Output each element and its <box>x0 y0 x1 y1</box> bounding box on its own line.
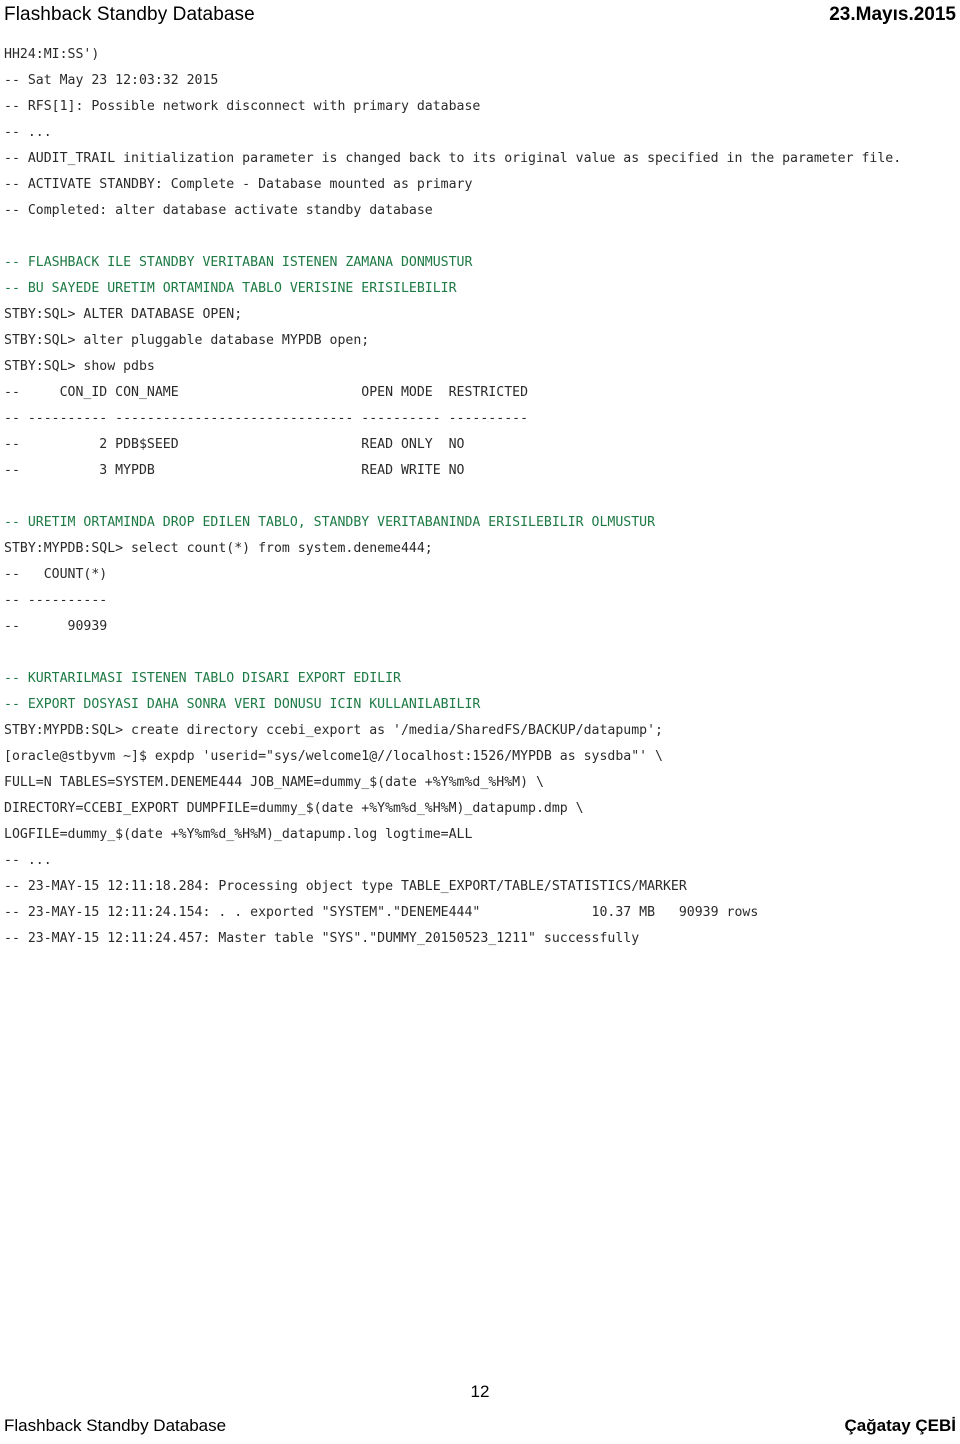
code-line-spacer <box>4 219 956 228</box>
code-line: STBY:MYPDB:SQL> create directory ccebi_e… <box>4 723 663 738</box>
code-line-spacer <box>4 921 956 930</box>
code-comment-line: -- BU SAYEDE URETIM ORTAMINDA TABLO VERI… <box>4 281 457 296</box>
code-line-spacer <box>4 713 956 722</box>
code-gap <box>4 228 956 254</box>
code-line-spacer <box>4 401 956 410</box>
code-line-spacer <box>4 843 956 852</box>
footer-row: Flashback Standby Database Çağatay ÇEBİ <box>4 1416 956 1436</box>
code-line-spacer <box>4 947 956 956</box>
code-line: -- AUDIT_TRAIL initialization parameter … <box>4 151 902 166</box>
code-line: HH24:MI:SS') <box>4 47 100 62</box>
code-line-spacer <box>4 323 956 332</box>
code-line-spacer <box>4 297 956 306</box>
code-line-spacer <box>4 765 956 774</box>
code-line: -- Sat May 23 12:03:32 2015 <box>4 73 219 88</box>
code-line-spacer <box>4 141 956 150</box>
code-line: -- RFS[1]: Possible network disconnect w… <box>4 99 481 114</box>
code-gap <box>4 644 956 670</box>
code-line: STBY:SQL> show pdbs <box>4 359 155 374</box>
code-line-spacer <box>4 635 956 644</box>
code-line: FULL=N TABLES=SYSTEM.DENEME444 JOB_NAME=… <box>4 775 544 790</box>
footer-title: Flashback Standby Database <box>4 1416 227 1435</box>
header-date: 23.Mayıs.2015 <box>829 4 956 25</box>
page-title: Flashback Standby Database <box>4 4 255 25</box>
code-line: -- Completed: alter database activate st… <box>4 203 433 218</box>
code-line: -- ---------- --------------------------… <box>4 411 529 426</box>
code-comment-line: -- URETIM ORTAMINDA DROP EDILEN TABLO, S… <box>4 515 656 530</box>
code-line-spacer <box>4 453 956 462</box>
code-line: STBY:MYPDB:SQL> select count(*) from sys… <box>4 541 433 556</box>
code-line-spacer <box>4 869 956 878</box>
code-line: -- CON_ID CON_NAME OPEN MODE RESTRICTED <box>4 385 529 400</box>
code-line-spacer <box>4 427 956 436</box>
code-block: HH24:MI:SS') -- Sat May 23 12:03:32 2015 -… <box>0 30 960 1382</box>
code-line-spacer <box>4 739 956 748</box>
code-line: -- 23-MAY-15 12:11:24.154: . . exported … <box>4 905 759 920</box>
code-line: -- ... <box>4 853 52 868</box>
code-comment-line: -- FLASHBACK ILE STANDBY VERITABAN ISTEN… <box>4 255 473 270</box>
code-line-spacer <box>4 349 956 358</box>
page-footer: 12 Flashback Standby Database Çağatay ÇE… <box>0 1382 960 1444</box>
code-line: -- 2 PDB$SEED READ ONLY NO <box>4 437 465 452</box>
code-line-spacer <box>4 687 956 696</box>
code-line: DIRECTORY=CCEBI_EXPORT DUMPFILE=dummy_$(… <box>4 801 584 816</box>
code-line: LOGFILE=dummy_$(date +%Y%m%d_%H%M)_datap… <box>4 827 473 842</box>
code-line-spacer <box>4 167 956 176</box>
code-line: STBY:SQL> ALTER DATABASE OPEN; <box>4 307 243 322</box>
code-gap <box>4 488 956 514</box>
code-line-spacer <box>4 531 956 540</box>
code-line-spacer <box>4 375 956 384</box>
page-number: 12 <box>470 1382 490 1401</box>
code-line: -- ACTIVATE STANDBY: Complete - Database… <box>4 177 473 192</box>
code-comment-line: -- EXPORT DOSYASI DAHA SONRA VERI DONUSU… <box>4 697 481 712</box>
code-line: STBY:SQL> alter pluggable database MYPDB… <box>4 333 370 348</box>
code-line: -- 23-MAY-15 12:11:18.284: Processing ob… <box>4 879 687 894</box>
code-line-spacer <box>4 895 956 904</box>
document-page: Flashback Standby Database 23.Mayıs.2015… <box>0 0 960 1444</box>
code-line-spacer <box>4 479 956 488</box>
code-line-spacer <box>4 583 956 592</box>
code-line-spacer <box>4 271 956 280</box>
code-comment-line: -- KURTARILMASI ISTENEN TABLO DISARI EXP… <box>4 671 401 686</box>
footer-author: Çağatay ÇEBİ <box>844 1416 956 1435</box>
code-line-spacer <box>4 193 956 202</box>
code-line: -- 90939 <box>4 619 108 634</box>
code-line-spacer <box>4 89 956 98</box>
code-line-spacer <box>4 115 956 124</box>
page-header: Flashback Standby Database 23.Mayıs.2015 <box>0 0 960 30</box>
code-line: -- 23-MAY-15 12:11:24.457: Master table … <box>4 931 640 946</box>
code-line: -- ... <box>4 125 52 140</box>
code-line-spacer <box>4 817 956 826</box>
code-line-spacer <box>4 63 956 72</box>
code-line: -- COUNT(*) <box>4 567 108 582</box>
code-line-spacer <box>4 791 956 800</box>
code-line-spacer <box>4 557 956 566</box>
code-line: -- 3 MYPDB READ WRITE NO <box>4 463 465 478</box>
code-line: -- ---------- <box>4 593 108 608</box>
code-line: [oracle@stbyvm ~]$ expdp 'userid="sys/we… <box>4 749 663 764</box>
code-line-spacer <box>4 609 956 618</box>
